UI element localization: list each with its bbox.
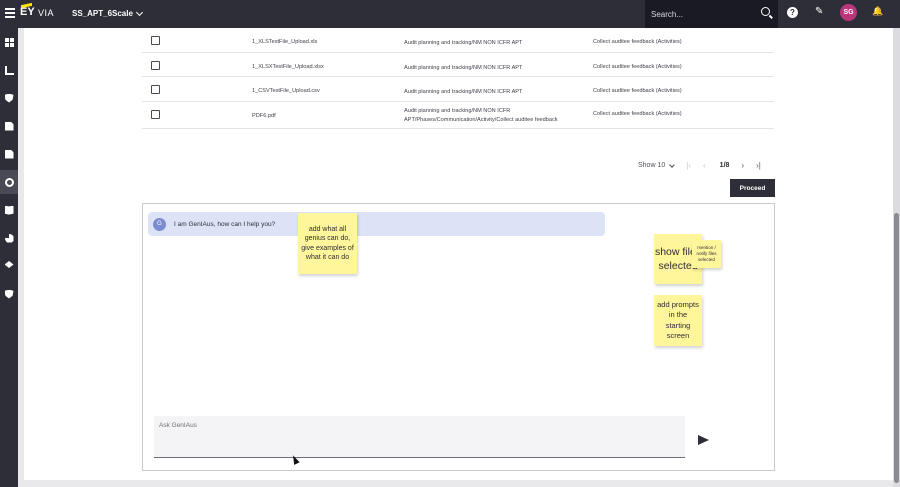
ey-logo: EY [20, 2, 35, 18]
file-step: Collect auditee feedback (Activities) [593, 39, 682, 45]
page-count: 1/8 [719, 162, 730, 169]
chevron-down-icon [135, 8, 143, 16]
sidebar-item-analytics[interactable] [0, 226, 18, 250]
sidebar-item-dashboard[interactable] [0, 30, 18, 54]
file-path: Audit planning and tracking/NM NON ICFR … [404, 64, 523, 71]
project-name: SS_APT_6Scale [72, 9, 133, 18]
table-row: 1_XLSTestFile_Upload.xls Audit planning … [142, 28, 774, 53]
row-checkbox[interactable] [151, 85, 160, 94]
greeting-text: I am GenIAus, how can I help you? [174, 220, 276, 228]
file-step: Collect auditee feedback (Activities) [593, 88, 682, 94]
page-size-label: Show 10 [638, 162, 666, 169]
file-path: Audit planning and tracking/NM NON ICFR … [404, 40, 523, 46]
settings-circle-icon [4, 177, 14, 187]
edit-icon[interactable]: ✎ [815, 6, 823, 17]
table-row: 1_CSVTestFile_Upload.csv Audit planning … [142, 77, 774, 102]
page-scrollbar[interactable] [893, 28, 900, 487]
page-size-select[interactable]: Show 10 [638, 161, 676, 169]
file-name: 1_XLSXTestFile_Upload.xlsx [252, 63, 324, 70]
row-checkbox[interactable] [151, 109, 160, 119]
sticky-note-genius-capabilities: add what all genius can do, give example… [298, 213, 357, 274]
row-checkbox[interactable] [151, 36, 160, 45]
search-box [645, 0, 778, 28]
file-path: Audit planning and tracking/NM NON ICFR … [404, 89, 523, 95]
proceed-button[interactable]: Proceed [730, 179, 775, 197]
shield-icon [4, 93, 14, 103]
document-icon [4, 121, 14, 131]
security-icon [4, 289, 14, 299]
via-logo: VIA [38, 8, 55, 18]
sidebar-item-security[interactable] [0, 282, 18, 306]
help-icon[interactable]: ? [787, 7, 798, 18]
sidebar-item-settings[interactable] [0, 170, 18, 194]
pagination: Show 10 |‹ ‹ 1/8 › ›| [638, 161, 761, 170]
sticky-note-notify-files: mention / notify files selected [692, 240, 721, 268]
layers-icon [4, 261, 14, 268]
sticky-note-add-prompts: add prompts in the starting screen [654, 295, 702, 346]
row-checkbox[interactable] [151, 60, 160, 70]
first-page-button[interactable]: |‹ [686, 161, 691, 170]
file-name: PDF6.pdf [252, 112, 276, 119]
sidebar-item-reports[interactable] [0, 58, 18, 82]
sidebar-item-layers[interactable] [0, 254, 18, 278]
search-icon[interactable] [761, 7, 770, 16]
notification-bell-icon[interactable]: 🔔 [872, 6, 883, 17]
file-path: Audit planning and tracking/NM NON ICFR … [404, 107, 558, 123]
chat-input[interactable] [159, 422, 679, 429]
bot-greeting-bubble: G I am GenIAus, how can I help you? [148, 212, 605, 236]
bot-avatar: G [153, 217, 166, 231]
file-name: 1_CSVTestFile_Upload.csv [252, 88, 320, 94]
chat-input-box [154, 416, 685, 458]
workflow-icon [4, 149, 14, 159]
left-sidebar [0, 28, 18, 487]
user-avatar[interactable]: SG [840, 4, 857, 21]
table-row: PDF6.pdf Audit planning and tracking/NM … [142, 102, 774, 129]
scrollbar-thumb[interactable] [894, 213, 899, 483]
sidebar-item-workflow[interactable] [0, 142, 18, 166]
send-icon[interactable] [698, 435, 709, 445]
top-navigation-bar: EY VIA SS_APT_6Scale ? ✎ SG 🔔 [0, 0, 900, 28]
project-selector[interactable]: SS_APT_6Scale [72, 8, 143, 18]
file-name: 1_XLSTestFile_Upload.xls [252, 39, 318, 45]
sidebar-item-documents[interactable] [0, 114, 18, 138]
file-table: 1_XLSTestFile_Upload.xls Audit planning … [142, 28, 774, 129]
pie-icon [4, 233, 14, 243]
library-icon [4, 205, 14, 215]
sidebar-item-compliance[interactable] [0, 86, 18, 110]
table-row: 1_XLSXTestFile_Upload.xlsx Audit plannin… [142, 53, 774, 77]
search-input[interactable] [651, 9, 761, 19]
sidebar-item-library[interactable] [0, 198, 18, 222]
file-step: Collect auditee feedback (Activities) [593, 110, 682, 117]
dashboard-icon [4, 37, 14, 47]
chevron-down-icon [669, 161, 676, 168]
hamburger-menu-icon[interactable] [5, 8, 15, 18]
next-page-button[interactable]: › [741, 161, 744, 170]
last-page-button[interactable]: ›| [756, 161, 761, 170]
file-step: Collect auditee feedback (Activities) [593, 63, 682, 70]
main-content: 1_XLSTestFile_Upload.xls Audit planning … [24, 28, 893, 480]
prev-page-button[interactable]: ‹ [703, 161, 706, 170]
chart-icon [4, 65, 14, 75]
